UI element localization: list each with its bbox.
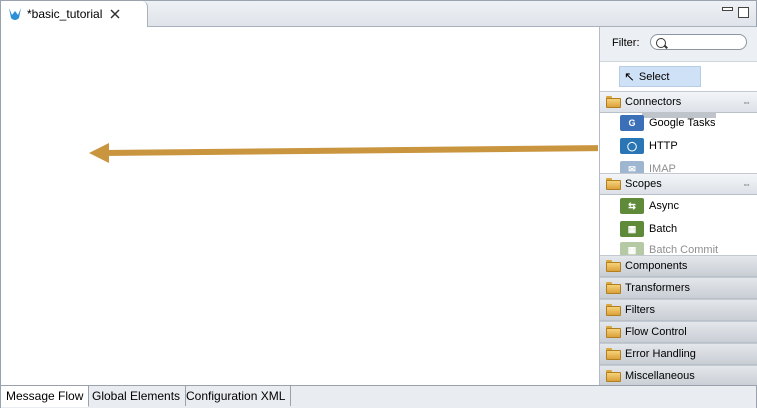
palette-item-label: HTTP	[649, 140, 678, 152]
drawer-flow-control[interactable]: Flow Control	[600, 321, 757, 343]
tab-global-elements[interactable]: Global Elements	[87, 386, 187, 406]
collapse-arrows-icon[interactable]: ⇔	[742, 97, 751, 107]
search-icon	[656, 38, 666, 48]
drawer-scopes[interactable]: Scopes ⇔	[600, 173, 757, 195]
folder-icon	[606, 304, 621, 316]
folder-icon	[606, 260, 621, 272]
folder-icon	[606, 370, 621, 382]
palette-item-async[interactable]: ⇆ Async	[620, 196, 679, 216]
palette-item-label: Google Tasks	[649, 117, 716, 129]
tab-label: Configuration XML	[186, 389, 286, 403]
drawer-transformers[interactable]: Transformers	[600, 277, 757, 299]
palette-panel: Filter: ↖ Select Connectors ⇔ G Google T…	[599, 27, 757, 385]
close-icon[interactable]	[110, 9, 120, 19]
drawer-label: Flow Control	[625, 326, 687, 338]
tab-configuration-xml[interactable]: Configuration XML	[181, 386, 292, 406]
palette-item-http[interactable]: ◯ HTTP	[620, 136, 678, 156]
mule-logo-icon	[9, 8, 21, 20]
drawer-label: Miscellaneous	[625, 370, 695, 382]
drawer-connectors[interactable]: Connectors ⇔	[600, 91, 757, 113]
folder-icon	[606, 348, 621, 360]
folder-icon	[606, 326, 621, 338]
arrow-head-icon	[89, 143, 109, 163]
drawer-miscellaneous[interactable]: Miscellaneous	[600, 365, 757, 385]
editor-tab-bar: *basic_tutorial	[1, 1, 756, 27]
select-tool[interactable]: ↖ Select	[619, 66, 701, 87]
collapse-arrows-icon[interactable]: ⇔	[742, 179, 751, 189]
batch-icon: ▦	[620, 221, 644, 237]
tab-label: Message Flow	[6, 389, 84, 403]
drawer-filters[interactable]: Filters	[600, 299, 757, 321]
tab-message-flow[interactable]: Message Flow	[1, 386, 90, 407]
drawer-label: Connectors	[625, 96, 682, 108]
editor-window: *basic_tutorial Filter: ↖ Select Connect…	[0, 0, 757, 408]
drawer-error-handling[interactable]: Error Handling	[600, 343, 757, 365]
palette-item-label: Batch	[649, 223, 678, 235]
drawer-label: Transformers	[625, 282, 690, 294]
drawer-label: Scopes	[625, 178, 662, 190]
editor-tab[interactable]: *basic_tutorial	[1, 1, 148, 27]
drawer-label: Filters	[625, 304, 655, 316]
palette-item-batch[interactable]: ▦ Batch	[620, 219, 677, 239]
globe-icon: ◯	[620, 138, 644, 154]
palette-filter-row: Filter:	[600, 27, 757, 62]
drawer-label: Error Handling	[625, 348, 696, 360]
drawer-label: Components	[625, 260, 688, 272]
folder-icon	[606, 96, 621, 108]
select-tool-label: Select	[638, 70, 670, 83]
google-tasks-icon: G	[620, 115, 644, 131]
editor-tab-title: *basic_tutorial	[27, 7, 103, 21]
palette-item-google-tasks[interactable]: G Google Tasks	[620, 113, 715, 133]
editor-bottom-tabs: Message Flow Global Elements Configurati…	[1, 385, 756, 408]
pointer-icon: ↖	[624, 69, 635, 84]
folder-icon	[606, 178, 621, 190]
message-flow-canvas[interactable]	[1, 27, 610, 385]
flow-arrow	[89, 143, 610, 163]
minimize-icon[interactable]	[722, 7, 733, 11]
maximize-icon[interactable]	[738, 7, 749, 18]
async-icon: ⇆	[620, 198, 644, 214]
tab-label: Global Elements	[92, 389, 181, 403]
filter-label: Filter:	[612, 37, 640, 49]
drawer-components[interactable]: Components	[600, 255, 757, 277]
palette-item-label: Async	[649, 200, 679, 212]
folder-icon	[606, 282, 621, 294]
